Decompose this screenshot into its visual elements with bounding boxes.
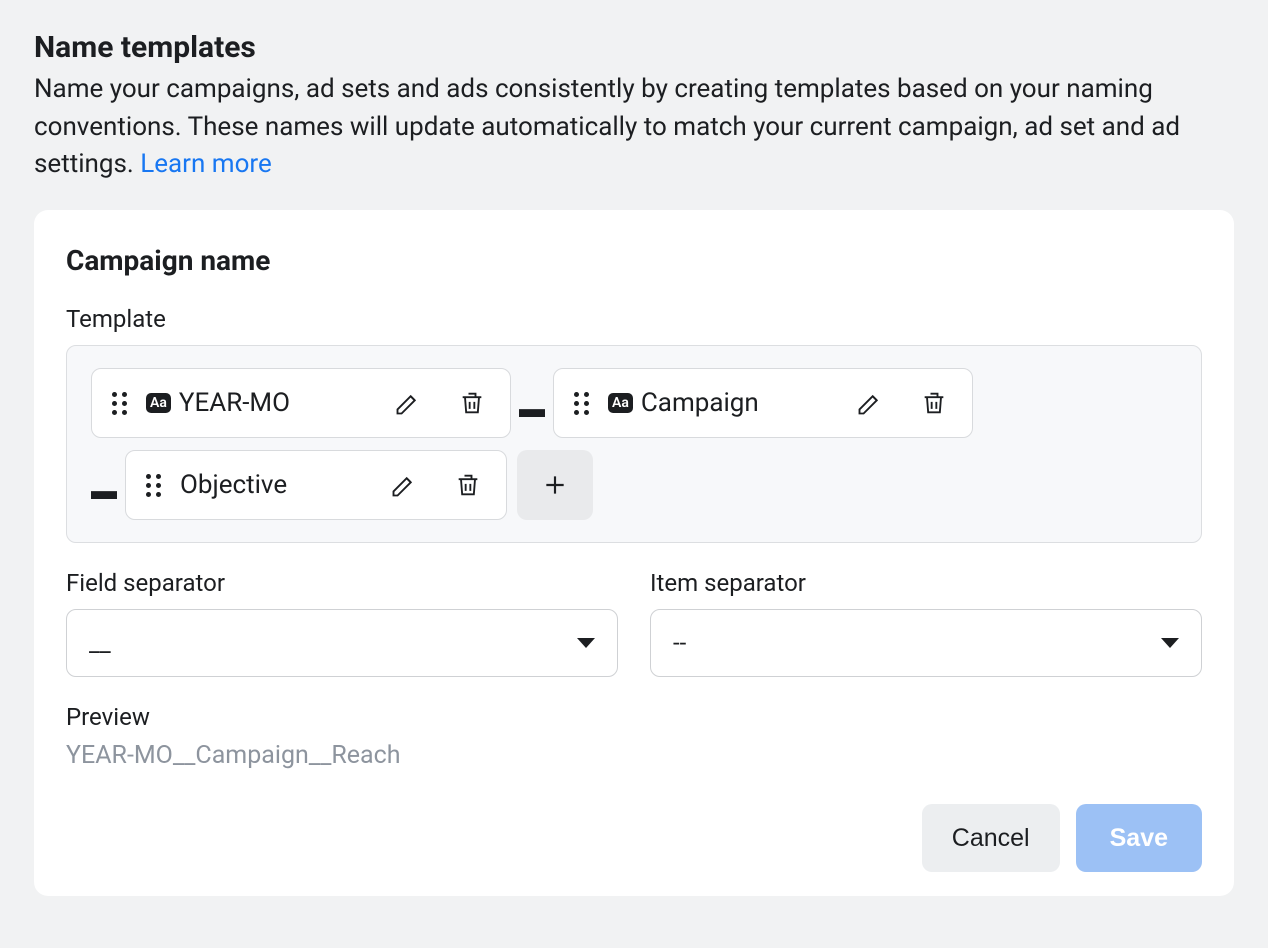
template-label: Template xyxy=(66,305,1202,333)
drag-handle-icon[interactable] xyxy=(112,392,136,415)
delete-icon[interactable] xyxy=(450,381,494,425)
cancel-button[interactable]: Cancel xyxy=(922,804,1060,872)
chip-label: Objective xyxy=(180,470,376,500)
campaign-name-card: Campaign name Template Aa YEAR-MO ▬ xyxy=(34,210,1234,896)
edit-icon[interactable] xyxy=(848,381,892,425)
delete-icon[interactable] xyxy=(446,463,490,507)
save-button[interactable]: Save xyxy=(1076,804,1202,872)
page-description: Name your campaigns, ad sets and ads con… xyxy=(34,71,1234,184)
template-chip-year-mo[interactable]: Aa YEAR-MO xyxy=(91,368,511,438)
separator-icon: ▬ xyxy=(91,475,125,506)
template-builder: Aa YEAR-MO ▬ Aa Campaign xyxy=(66,345,1202,543)
delete-icon[interactable] xyxy=(912,381,956,425)
page-title: Name templates xyxy=(34,30,1234,65)
field-separator-select[interactable]: __ xyxy=(66,609,618,677)
chevron-down-icon xyxy=(1161,638,1179,648)
preview-value: YEAR-MO__Campaign__Reach xyxy=(66,741,1202,770)
template-chip-campaign[interactable]: Aa Campaign xyxy=(553,368,973,438)
chevron-down-icon xyxy=(577,638,595,648)
edit-icon[interactable] xyxy=(386,381,430,425)
drag-handle-icon[interactable] xyxy=(146,474,170,497)
edit-icon[interactable] xyxy=(382,463,426,507)
chip-label: Campaign xyxy=(641,388,842,418)
footer-actions: Cancel Save xyxy=(66,804,1202,872)
chip-label: YEAR-MO xyxy=(179,388,380,418)
preview-label: Preview xyxy=(66,703,1202,731)
campaign-name-title: Campaign name xyxy=(66,244,1202,277)
text-field-icon: Aa xyxy=(608,393,633,413)
template-chip-objective[interactable]: Objective xyxy=(125,450,507,520)
field-separator-label: Field separator xyxy=(66,569,618,597)
item-separator-value: -- xyxy=(673,629,686,657)
text-field-icon: Aa xyxy=(146,393,171,413)
field-separator-value: __ xyxy=(89,629,111,657)
separator-icon: ▬ xyxy=(511,393,553,424)
drag-handle-icon[interactable] xyxy=(574,392,598,415)
learn-more-link[interactable]: Learn more xyxy=(140,149,272,179)
item-separator-label: Item separator xyxy=(650,569,1202,597)
add-template-field-button[interactable] xyxy=(517,450,593,520)
item-separator-select[interactable]: -- xyxy=(650,609,1202,677)
